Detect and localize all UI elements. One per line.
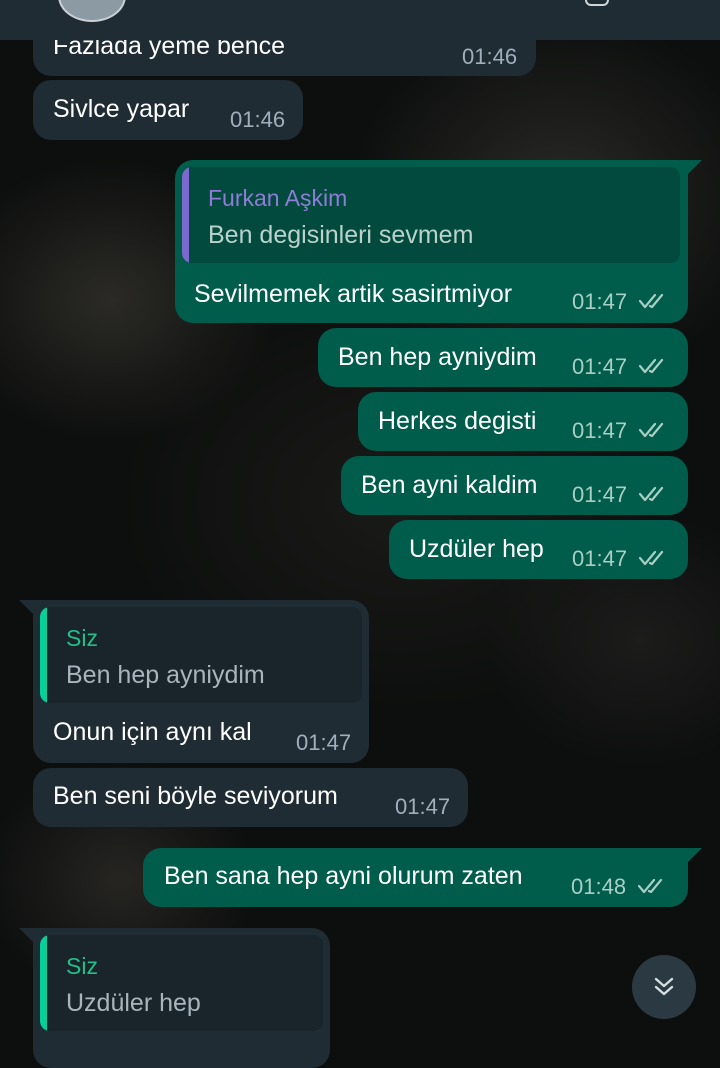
- double-check-icon: [639, 358, 664, 374]
- message-time: 01:47: [572, 546, 628, 571]
- message-text: Ben hep ayniydim: [338, 343, 537, 371]
- quote-bar: [40, 607, 47, 703]
- double-check-icon: [638, 878, 663, 894]
- quote-author: Furkan Aşkim: [208, 185, 348, 211]
- chat-header[interactable]: [0, 0, 720, 40]
- message-text: Sivlce yapar: [53, 95, 190, 123]
- message-text: Herkes degisti: [378, 407, 537, 435]
- message-outgoing[interactable]: Ben hep ayniydim 01:47: [318, 328, 688, 387]
- quote-text: Uzdüler hep: [66, 989, 201, 1017]
- double-check-icon: [639, 550, 664, 566]
- quote-author: Siz: [66, 625, 98, 651]
- quote-text: Ben degisinleri sevmem: [208, 221, 474, 249]
- message-time: 01:46: [462, 44, 518, 69]
- message-text: Ben sana hep ayni olurum zaten: [164, 862, 523, 890]
- message-outgoing[interactable]: Ben ayni kaldim 01:47: [341, 456, 688, 515]
- reply-quote[interactable]: Siz Ben hep ayniydim: [40, 607, 362, 703]
- quote-bar: [40, 935, 47, 1031]
- message-outgoing[interactable]: Ben sana hep ayni olurum zaten 01:48: [143, 848, 702, 907]
- message-time: 01:47: [395, 794, 451, 819]
- message-incoming[interactable]: Ben seni böyle seviyorum 01:47: [33, 768, 468, 827]
- contact-avatar[interactable]: [58, 0, 126, 22]
- reply-quote[interactable]: Siz Uzdüler hep: [40, 935, 323, 1031]
- message-outgoing[interactable]: Herkes degisti 01:47: [358, 392, 688, 451]
- message-time: 01:47: [572, 289, 628, 314]
- message-incoming[interactable]: Siz Uzdüler hep: [19, 928, 330, 1068]
- message-text: Uzdüler hep: [409, 535, 544, 563]
- double-check-icon: [639, 422, 664, 438]
- message-text: Ben seni böyle seviyorum: [53, 782, 338, 810]
- message-time: 01:47: [296, 730, 352, 755]
- header-icon[interactable]: [585, 0, 609, 6]
- message-text: Sevilmemek artik sasirtmiyor: [194, 280, 513, 308]
- double-check-icon: [639, 293, 664, 309]
- scroll-down-button[interactable]: [632, 955, 696, 1019]
- quote-text: Ben hep ayniydim: [66, 661, 265, 689]
- double-chevron-down-icon: [654, 977, 674, 996]
- quote-author: Siz: [66, 953, 98, 979]
- message-time: 01:47: [572, 418, 628, 443]
- message-outgoing[interactable]: Furkan Aşkim Ben degisinleri sevmem Sevi…: [175, 160, 702, 323]
- reply-quote[interactable]: Furkan Aşkim Ben degisinleri sevmem: [182, 167, 680, 263]
- message-incoming[interactable]: Siz Ben hep ayniydim Onun için aynı kal …: [19, 600, 369, 763]
- quote-bar: [182, 167, 189, 263]
- message-time: 01:48: [571, 874, 627, 899]
- double-check-icon: [639, 486, 664, 502]
- message-incoming[interactable]: Sivlce yapar 01:46: [33, 80, 303, 140]
- message-time: 01:46: [230, 107, 286, 132]
- message-text: Onun için aynı kal: [53, 718, 252, 746]
- message-time: 01:47: [572, 354, 628, 379]
- message-text: Ben ayni kaldim: [361, 471, 538, 499]
- message-time: 01:47: [572, 482, 628, 507]
- message-outgoing[interactable]: Uzdüler hep 01:47: [389, 520, 688, 579]
